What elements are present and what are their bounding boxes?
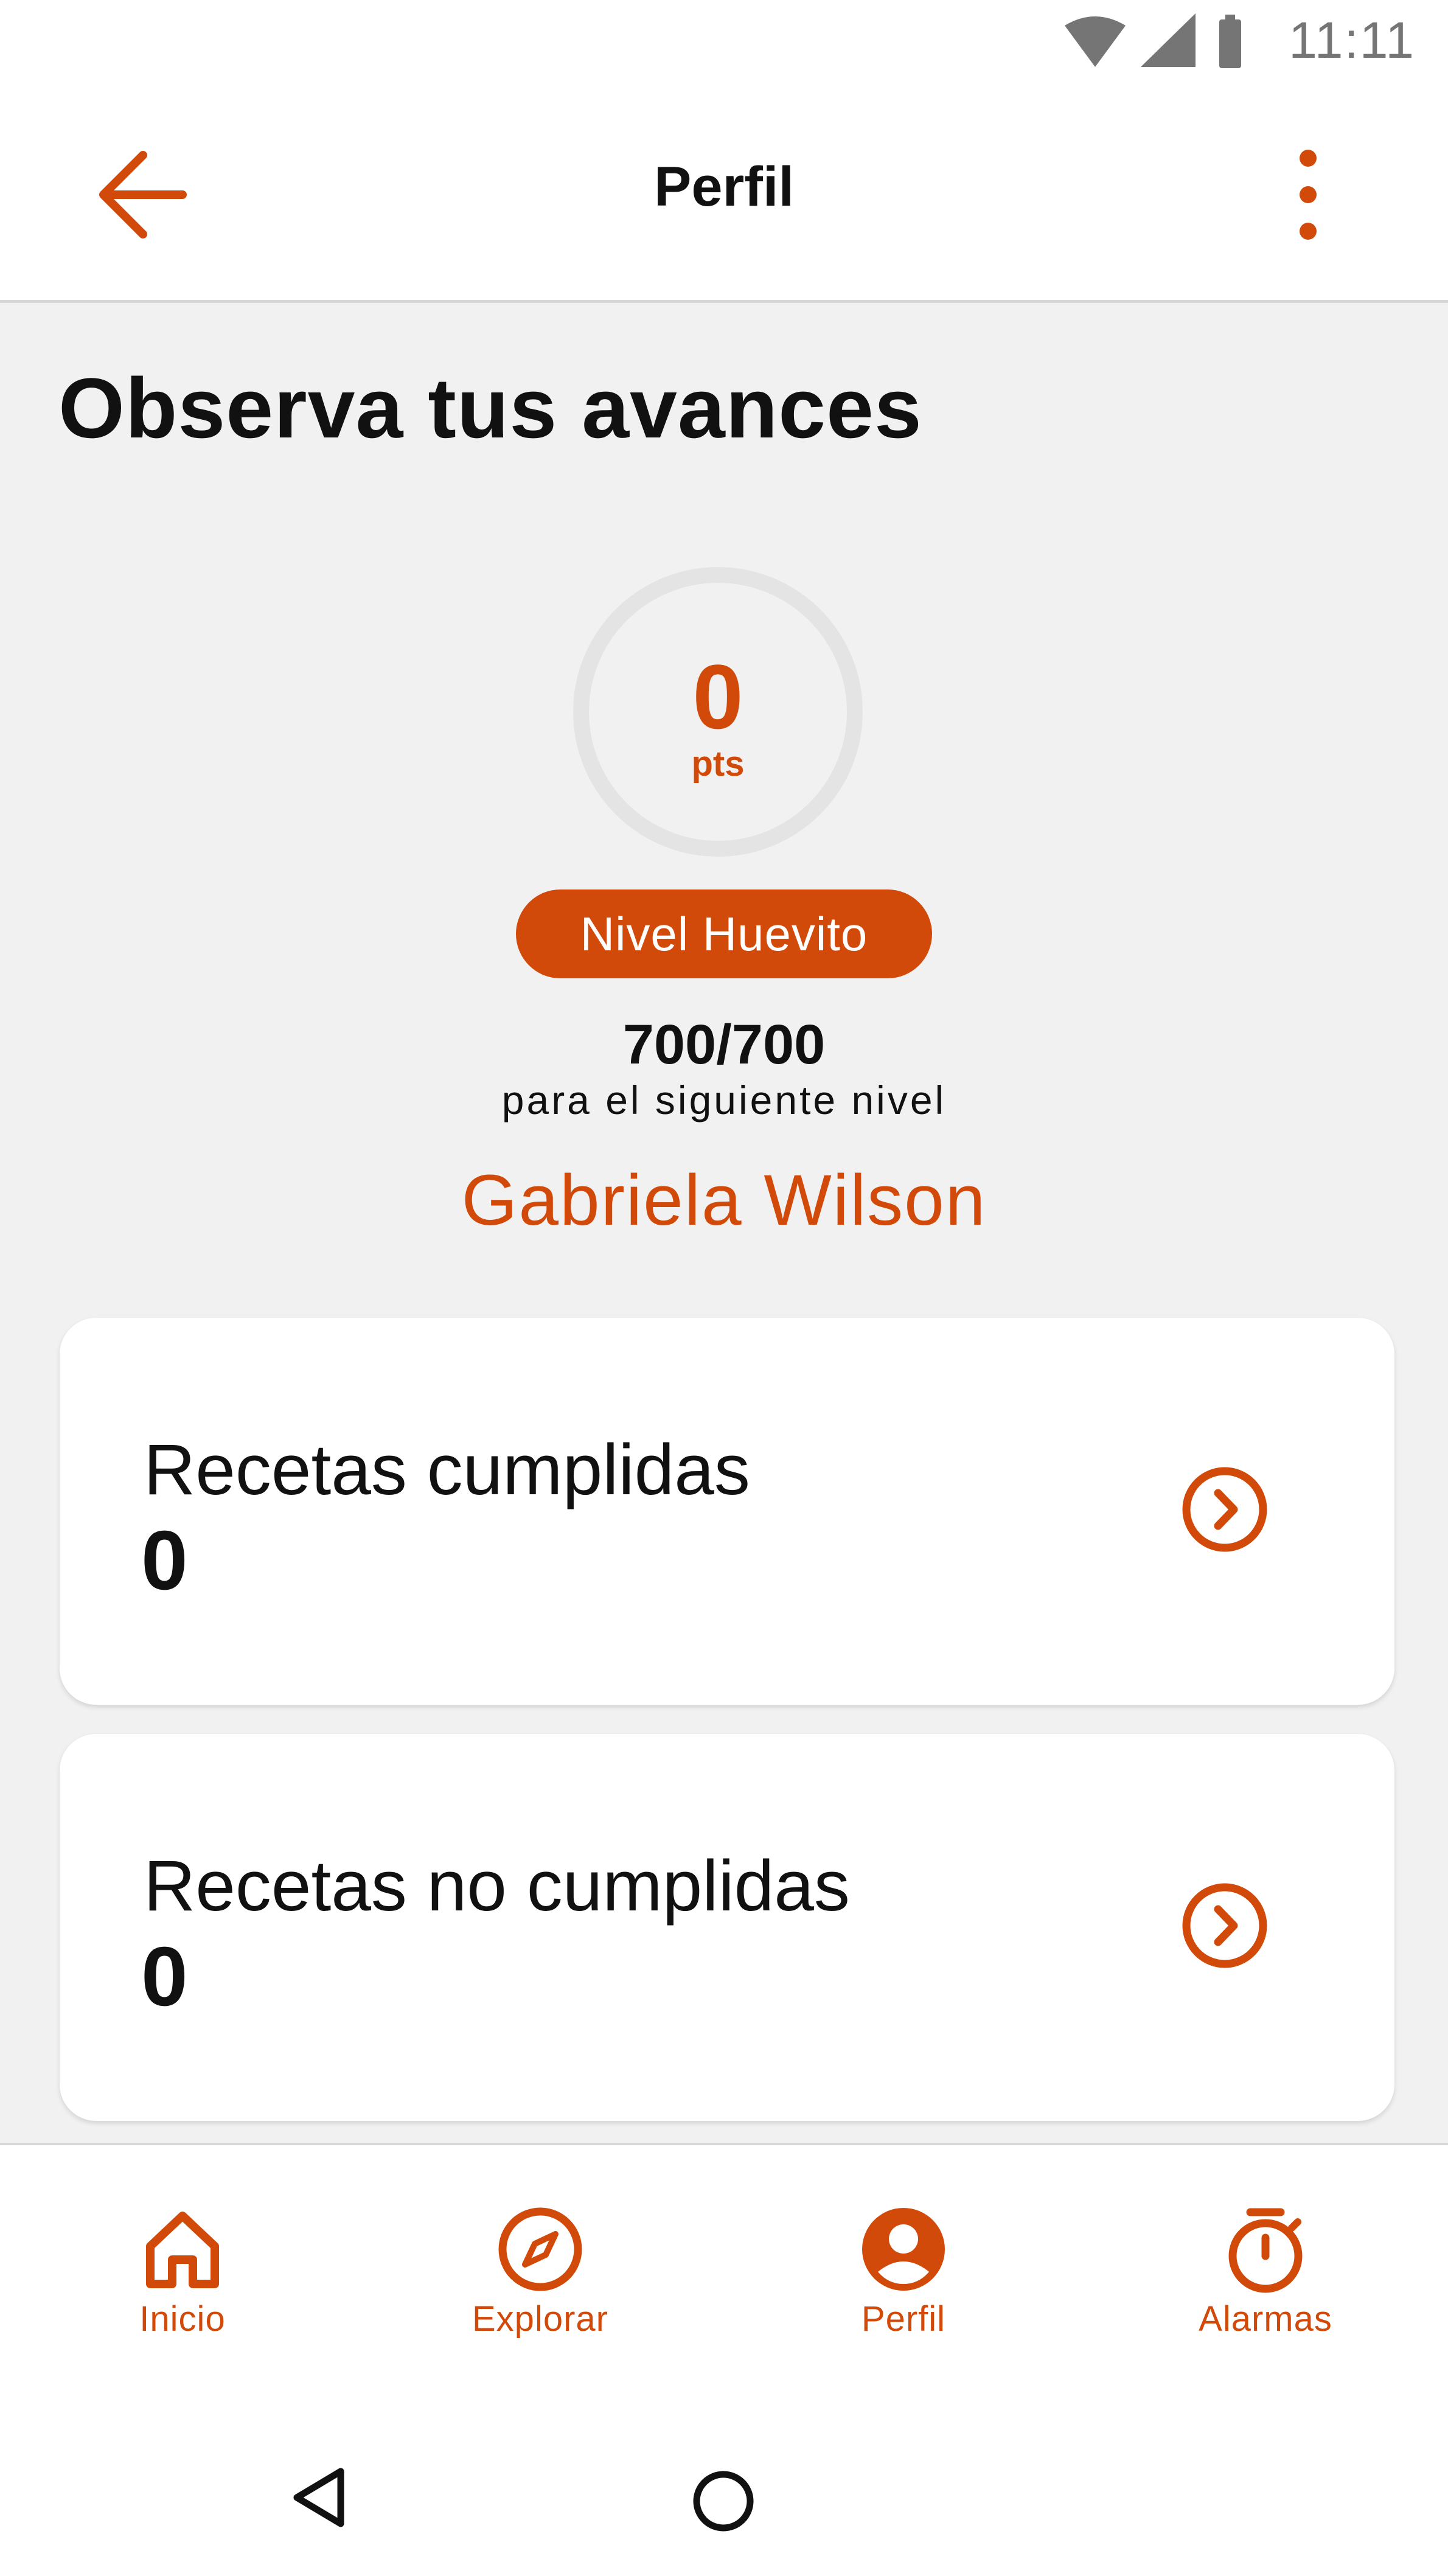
nav-item-explorar[interactable]: Explorar: [419, 2204, 662, 2339]
more-vertical-icon: [1300, 150, 1317, 240]
home-icon: [146, 2212, 219, 2288]
next-level-label: para el siguiente nivel: [501, 1077, 947, 1123]
system-home-button[interactable]: [691, 2469, 756, 2536]
status-time: 11:11: [1289, 12, 1415, 69]
card-label: Recetas no cumplidas: [144, 1846, 850, 1926]
cell-signal-icon: [1141, 13, 1196, 67]
nav-item-inicio[interactable]: Inicio: [61, 2204, 304, 2339]
chevron-right-circle-icon[interactable]: [1179, 1880, 1270, 1971]
nav-label: Inicio: [139, 2299, 226, 2339]
status-bar: 11:11: [0, 0, 1448, 85]
triangle-back-icon: [293, 2468, 344, 2527]
page-title: Perfil: [653, 156, 795, 218]
card-count: 0: [141, 1930, 188, 2024]
user-name: Gabriela Wilson: [461, 1160, 987, 1241]
nav-item-alarmas[interactable]: Alarmas: [1144, 2204, 1387, 2339]
account-icon: [862, 2208, 945, 2291]
next-level-value: 700/700: [622, 1014, 826, 1076]
card-label: Recetas cumplidas: [144, 1430, 750, 1510]
nav-label: Perfil: [861, 2299, 946, 2339]
section-heading: Observa tus avances: [58, 360, 922, 456]
card-count: 0: [141, 1514, 188, 1607]
circle-home-icon: [693, 2471, 754, 2532]
chevron-right-circle-icon[interactable]: [1179, 1464, 1270, 1555]
system-back-button[interactable]: [286, 2464, 353, 2534]
points-unit: pts: [691, 744, 745, 784]
compass-icon: [498, 2207, 582, 2291]
status-icons: [1059, 13, 1241, 77]
points-value: 0: [692, 646, 743, 748]
completed-recipes-card[interactable]: Recetas cumplidas 0: [60, 1318, 1394, 1705]
nav-item-perfil[interactable]: Perfil: [782, 2204, 1025, 2339]
timer-icon: [1228, 2208, 1303, 2293]
more-options-button[interactable]: [1281, 143, 1335, 246]
nav-label: Explorar: [472, 2299, 608, 2339]
wifi-icon: [1065, 16, 1126, 67]
missed-recipes-card[interactable]: Recetas no cumplidas 0: [60, 1734, 1394, 2121]
level-badge: Nivel Huevito: [516, 889, 932, 978]
battery-icon: [1219, 15, 1241, 68]
nav-label: Alarmas: [1199, 2299, 1332, 2339]
